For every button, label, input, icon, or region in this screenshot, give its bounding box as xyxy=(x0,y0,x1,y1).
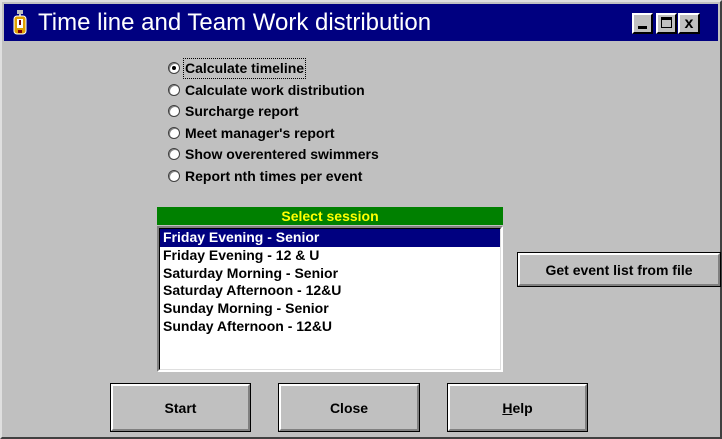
button-face: Help xyxy=(448,384,587,431)
minimize-icon xyxy=(638,26,647,29)
stopwatch-icon xyxy=(13,10,27,35)
list-item[interactable]: Saturday Afternoon - 12&U xyxy=(160,282,500,300)
button-label: Get event list from file xyxy=(545,261,693,278)
option-label: Meet manager's report xyxy=(185,124,335,141)
radio-button[interactable] xyxy=(168,83,180,96)
session-listbox-frame: Friday Evening - Senior Friday Evening -… xyxy=(159,228,501,370)
session-listbox[interactable]: Friday Evening - Senior Friday Evening -… xyxy=(157,226,503,372)
start-button[interactable]: Start xyxy=(110,383,251,432)
list-item[interactable]: Sunday Afternoon - 12&U xyxy=(160,318,500,336)
option-label: Calculate timeline xyxy=(182,58,307,79)
radio-button[interactable] xyxy=(168,62,180,74)
list-item[interactable]: Saturday Morning - Senior xyxy=(160,265,500,283)
option-label: Calculate work distribution xyxy=(185,81,365,98)
option-label: Show overentered swimmers xyxy=(185,146,379,163)
dialog-window: Time line and Team Work distribution x C… xyxy=(0,0,722,439)
button-label: Help xyxy=(502,400,532,416)
help-mnemonic: H xyxy=(502,399,513,416)
help-button[interactable]: Help xyxy=(447,383,588,432)
help-label-rest: elp xyxy=(512,399,533,416)
option-label: Surcharge report xyxy=(185,103,299,120)
list-item[interactable]: Friday Evening - Senior xyxy=(160,229,500,247)
get-event-list-button[interactable]: Get event list from file xyxy=(517,252,721,287)
list-item[interactable]: Sunday Morning - Senior xyxy=(160,300,500,318)
option-label: Report nth times per event xyxy=(185,167,363,184)
window-title: Time line and Team Work distribution xyxy=(38,9,432,36)
close-window-button[interactable]: x xyxy=(678,13,700,34)
maximize-icon xyxy=(661,17,672,28)
title-bar[interactable]: Time line and Team Work distribution x xyxy=(4,4,718,41)
button-face: Get event list from file xyxy=(518,253,720,286)
session-list-header: Select session xyxy=(157,207,503,225)
radio-button[interactable] xyxy=(168,148,180,161)
radio-button[interactable] xyxy=(168,169,180,182)
button-label: Close xyxy=(329,399,369,416)
close-button[interactable]: Close xyxy=(278,383,420,432)
maximize-button[interactable] xyxy=(656,13,677,34)
close-icon: x xyxy=(684,15,694,32)
radio-button[interactable] xyxy=(168,105,180,118)
list-item[interactable]: Friday Evening - 12 & U xyxy=(160,247,500,265)
button-face: Start xyxy=(111,384,250,431)
button-face: Close xyxy=(279,384,419,431)
minimize-button[interactable] xyxy=(632,13,653,34)
radio-button[interactable] xyxy=(168,126,180,139)
button-label: Start xyxy=(164,399,197,416)
